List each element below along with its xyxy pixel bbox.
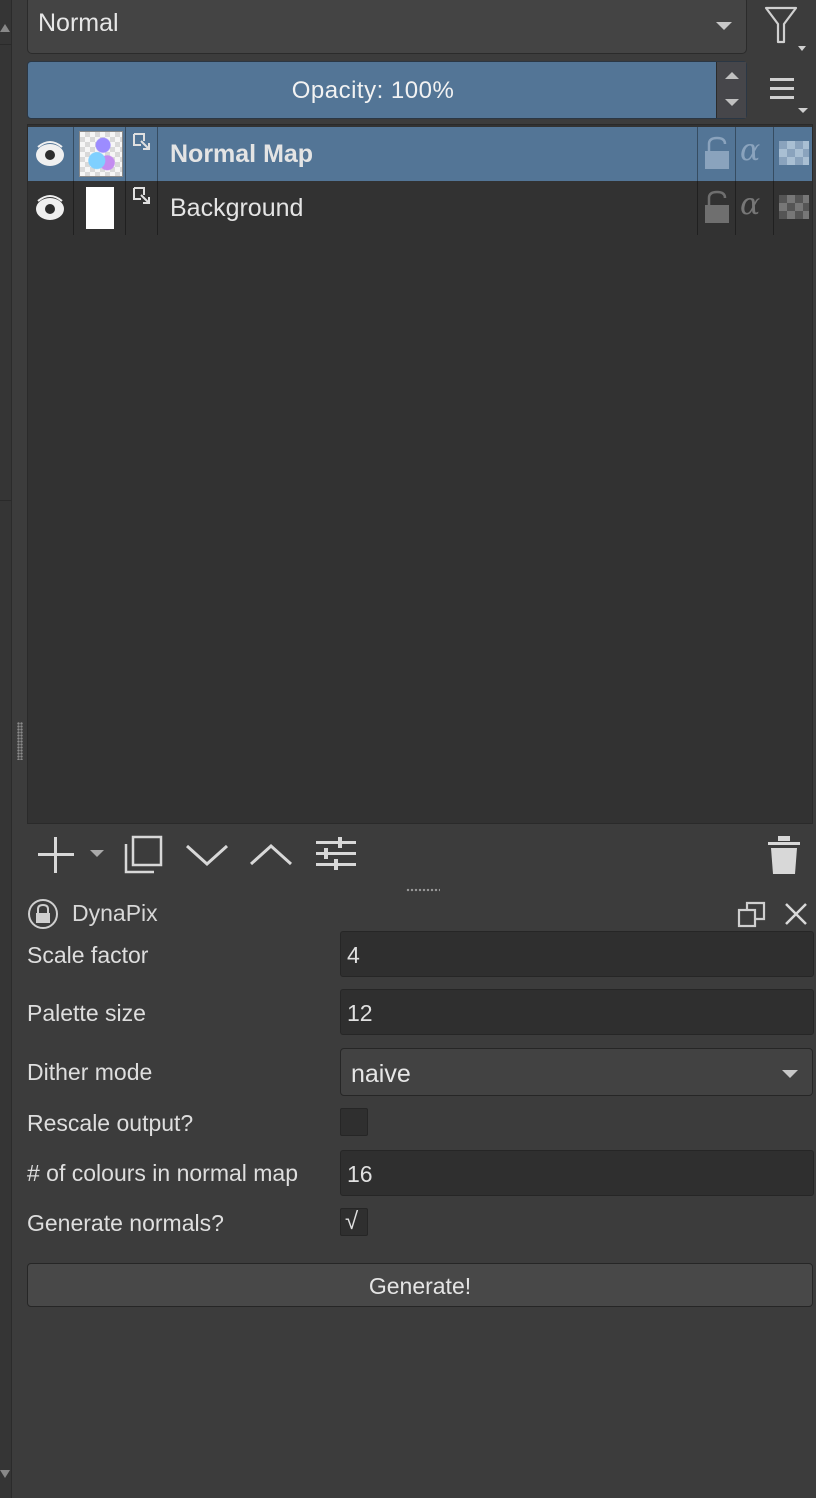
layer-properties-button[interactable]: [312, 830, 360, 880]
palette-size-value: 12: [347, 1000, 373, 1026]
layer-thumbnail: [86, 187, 114, 229]
layer-name: Background: [170, 194, 304, 222]
rescale-output-checkbox[interactable]: [340, 1108, 368, 1136]
spin-down-icon[interactable]: [725, 99, 739, 106]
lock-circle-icon[interactable]: [26, 896, 62, 932]
layer-row[interactable]: Normal Map α: [28, 127, 812, 181]
generate-normals-label: Generate normals?: [27, 1210, 224, 1236]
layer-name-cell[interactable]: Background: [158, 181, 698, 235]
layers-menu-button[interactable]: [764, 70, 812, 116]
check-mark-icon: √: [345, 1208, 359, 1235]
colours-label: # of colours in normal map: [27, 1160, 299, 1186]
lock-icon: [705, 190, 729, 223]
colours-input[interactable]: 16: [340, 1150, 814, 1196]
scale-factor-value: 4: [347, 942, 360, 968]
opacity-spinner[interactable]: [716, 62, 746, 118]
float-icon[interactable]: [736, 898, 770, 930]
inherit-alpha-icon: [779, 195, 809, 219]
dock-resize-grip[interactable]: [17, 722, 23, 760]
chevron-down-icon: [782, 1070, 798, 1078]
blend-mode-select[interactable]: Normal: [27, 0, 747, 54]
clip-icon: [133, 133, 150, 150]
menu-icon: [770, 78, 808, 113]
scale-factor-input[interactable]: 4: [340, 931, 814, 977]
filter-icon: [764, 6, 806, 51]
trash-icon: [768, 836, 800, 874]
visibility-toggle[interactable]: [28, 127, 74, 181]
move-up-icon: [249, 843, 293, 866]
docker-splitter[interactable]: [406, 888, 440, 892]
clip-icon: [133, 187, 150, 204]
add-icon: [38, 837, 74, 873]
chevron-down-icon: [90, 850, 104, 857]
lock-toggle[interactable]: [698, 127, 736, 181]
eye-icon: [36, 141, 64, 166]
alpha-icon: α: [740, 133, 761, 168]
layer-thumbnail-cell: [74, 181, 126, 235]
move-layer-up-button[interactable]: [246, 830, 298, 880]
eye-icon: [36, 195, 64, 220]
dither-mode-value: naive: [351, 1060, 411, 1088]
generate-button[interactable]: Generate!: [27, 1263, 813, 1307]
docker-title: DynaPix: [72, 900, 158, 926]
lock-icon: [705, 136, 729, 169]
alpha-icon: α: [740, 187, 761, 222]
alpha-toggle[interactable]: α: [736, 127, 774, 181]
scroll-down-arrow-icon[interactable]: [0, 1470, 10, 1478]
move-layer-down-button[interactable]: [182, 830, 234, 880]
inherit-alpha-toggle[interactable]: [774, 181, 812, 235]
layer-thumbnail: [79, 131, 123, 177]
dither-mode-select[interactable]: naive: [340, 1048, 813, 1096]
opacity-slider[interactable]: Opacity: 100%: [27, 61, 747, 119]
blend-mode-value: Normal: [38, 9, 119, 37]
lock-toggle[interactable]: [698, 181, 736, 235]
palette-size-label: Palette size: [27, 1000, 146, 1026]
edge-divider: [0, 500, 12, 501]
close-icon[interactable]: [782, 900, 810, 928]
visibility-toggle[interactable]: [28, 181, 74, 235]
rescale-output-label: Rescale output?: [27, 1110, 194, 1136]
duplicate-layer-button[interactable]: [120, 830, 170, 880]
colours-value: 16: [347, 1161, 373, 1187]
clip-toggle[interactable]: [126, 181, 158, 235]
scale-factor-label: Scale factor: [27, 942, 149, 968]
properties-icon: [316, 837, 356, 870]
clip-toggle[interactable]: [126, 127, 158, 181]
dither-mode-label: Dither mode: [27, 1059, 153, 1085]
layer-thumbnail-cell: [74, 127, 126, 181]
inherit-alpha-icon: [779, 141, 809, 165]
scroll-up-arrow-icon[interactable]: [0, 24, 10, 32]
palette-size-input[interactable]: 12: [340, 989, 814, 1035]
generate-button-label: Generate!: [368, 1273, 472, 1299]
layer-row[interactable]: Background α: [28, 181, 812, 235]
edge-divider: [0, 44, 12, 45]
layer-name-cell[interactable]: Normal Map: [158, 127, 698, 181]
alpha-toggle[interactable]: α: [736, 181, 774, 235]
add-layer-dropdown[interactable]: [86, 830, 110, 880]
chevron-down-icon: [716, 22, 732, 30]
spin-up-icon[interactable]: [725, 72, 739, 79]
delete-layer-button[interactable]: [762, 830, 806, 880]
move-down-icon: [185, 844, 229, 867]
left-edge-strip: [0, 0, 12, 1498]
filter-button[interactable]: [760, 2, 812, 54]
generate-normals-checkbox[interactable]: √: [340, 1208, 368, 1236]
duplicate-icon: [124, 835, 163, 874]
layer-name: Normal Map: [170, 140, 314, 168]
inherit-alpha-toggle[interactable]: [774, 127, 812, 181]
add-layer-button[interactable]: [34, 830, 82, 880]
opacity-value: Opacity: 100%: [291, 77, 455, 104]
layers-list[interactable]: Normal Map α Background α: [27, 124, 813, 824]
